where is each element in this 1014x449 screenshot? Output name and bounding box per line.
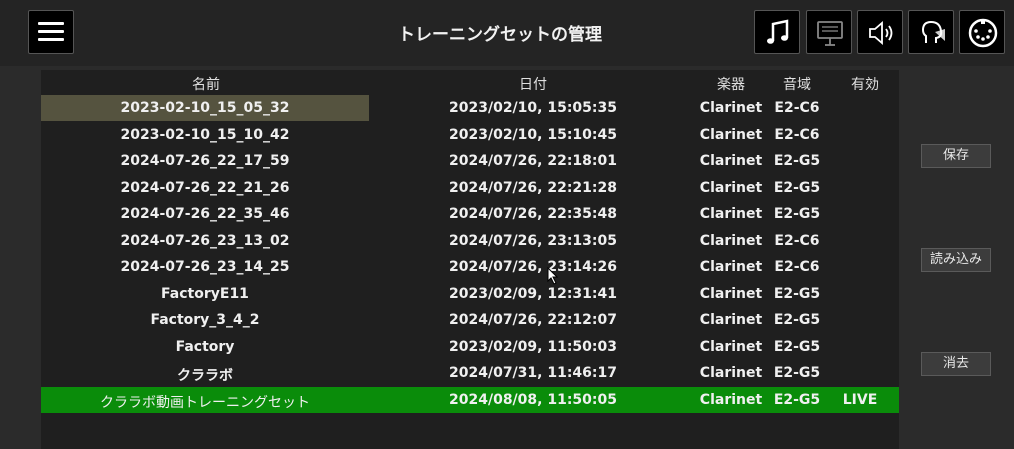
cell-name: クララボ動画トレーニングセット: [100, 394, 310, 411]
cell-name: 2024-07-26_23_13_02: [120, 232, 290, 249]
cell-instrument: Clarinet: [699, 312, 763, 328]
music-note-icon: [767, 19, 789, 44]
cell-instrument: Clarinet: [699, 153, 763, 169]
column-header-name: 名前: [192, 77, 220, 93]
cell-instrument: Clarinet: [699, 126, 763, 143]
cell-date: 2023/02/09, 11:50:03: [449, 338, 617, 355]
cell-range: E2-G5: [773, 179, 821, 196]
cell-instrument: Clarinet: [699, 365, 763, 381]
column-header-instrument: 楽器: [717, 77, 745, 93]
cell-name: 2023-02-10_15_10_42: [120, 126, 290, 143]
menu-line: [38, 22, 64, 25]
mouse-cursor-icon: [547, 267, 559, 285]
cell-date: 2023/02/09, 12:31:41: [449, 285, 617, 302]
cell-name: 2024-07-26_22_17_59: [120, 153, 290, 169]
table-row[interactable]: 2024-07-26_23_13_02 2024/07/26, 23:13:05 C…: [41, 228, 899, 254]
cell-range: E2-G5: [773, 338, 821, 355]
table-row[interactable]: Factory_3_4_2 2024/07/26, 22:12:07 Clarine…: [41, 307, 899, 333]
cell-instrument: Clarinet: [699, 285, 763, 302]
top-bar: トレーニングセットの管理: [0, 0, 1014, 66]
cell-name: Factory: [175, 338, 235, 355]
midi-button[interactable]: [959, 10, 1005, 54]
cell-name: 2024-07-26_22_21_26: [120, 179, 290, 196]
cell-date: 2023/02/10, 15:05:35: [449, 100, 617, 116]
table-header: 名前 日付 楽器 音域 有効: [41, 70, 899, 94]
music-stand-button[interactable]: [806, 10, 852, 54]
speaker-icon: [869, 21, 893, 45]
column-header-active: 有効: [851, 77, 879, 93]
cell-instrument: Clarinet: [699, 338, 763, 355]
cell-date: 2023/02/10, 15:10:45: [449, 126, 617, 143]
page-title: トレーニングセットの管理: [398, 25, 602, 45]
cell-name: FactoryE11: [161, 285, 249, 302]
hamburger-menu-button[interactable]: [28, 10, 74, 54]
table-row[interactable]: 2023-02-10_15_05_32 2023/02/10, 15:05:35 C…: [41, 95, 899, 121]
table-row[interactable]: 2024-07-26_22_35_46 2024/07/26, 22:35:48 C…: [41, 201, 899, 227]
cell-name: 2024-07-26_23_14_25: [120, 259, 290, 275]
cell-range: E2-C6: [774, 100, 820, 116]
cell-instrument: Clarinet: [699, 100, 763, 116]
table-row[interactable]: FactoryE11 2023/02/09, 12:31:41 Clarinet E2…: [41, 281, 899, 307]
table-row[interactable]: クララボ動画トレーニングセット 2024/08/08, 11:50:05 Clari…: [41, 386, 899, 413]
table-row[interactable]: 2024-07-26_22_17_59 2024/07/26, 22:18:01 C…: [41, 148, 899, 174]
cell-date: 2024/07/31, 11:46:17: [449, 365, 617, 381]
menu-line: [38, 38, 64, 41]
cell-date: 2024/07/26, 22:18:01: [449, 153, 617, 169]
column-header-date: 日付: [519, 77, 547, 93]
cell-name: 2023-02-10_15_05_32: [120, 100, 290, 116]
cell-date: 2024/08/08, 11:50:05: [449, 391, 617, 408]
music-note-button[interactable]: [754, 10, 800, 54]
table-row[interactable]: 2023-02-10_15_10_42 2023/02/10, 15:10:45 C…: [41, 122, 899, 148]
training-set-table: 名前 日付 楽器 音域 有効 2023-02-10_15_05_32 2023/0…: [41, 70, 899, 449]
cell-range: E2-G5: [773, 206, 821, 222]
cell-instrument: Clarinet: [699, 391, 763, 408]
speaker-button[interactable]: [857, 10, 903, 54]
cell-range: E2-C6: [774, 232, 820, 249]
cell-name: Factory_3_4_2: [150, 312, 260, 328]
music-stand-icon: [817, 21, 843, 46]
save-button[interactable]: 保存: [921, 144, 991, 168]
cell-name: 2024-07-26_22_35_46: [120, 206, 290, 222]
cell-date: 2024/07/26, 22:35:48: [449, 206, 617, 222]
cell-date: 2024/07/26, 22:21:28: [449, 179, 617, 196]
cell-instrument: Clarinet: [699, 206, 763, 222]
head-voice-icon: [921, 20, 945, 43]
cell-date: 2024/07/26, 23:13:05: [449, 232, 617, 249]
cell-range: E2-C6: [774, 126, 820, 143]
load-button[interactable]: 読み込み: [921, 248, 991, 272]
cell-active: LIVE: [842, 391, 878, 408]
menu-line: [38, 30, 64, 33]
cell-range: E2-G5: [773, 312, 821, 328]
cell-range: E2-G5: [773, 391, 821, 408]
cell-date: 2024/07/26, 22:12:07: [449, 312, 617, 328]
voice-input-button[interactable]: [908, 10, 954, 54]
table-row[interactable]: Factory 2023/02/09, 11:50:03 Clarinet E2-G5: [41, 334, 899, 360]
cell-instrument: Clarinet: [699, 259, 763, 275]
cell-range: E2-G5: [773, 153, 821, 169]
midi-connector-icon: [968, 18, 998, 48]
cell-range: E2-G5: [773, 285, 821, 302]
cell-range: E2-G5: [773, 365, 821, 381]
cell-name: クララボ: [177, 368, 233, 384]
table-row[interactable]: クララボ 2024/07/31, 11:46:17 Clarinet E2-G5: [41, 360, 899, 386]
cell-instrument: Clarinet: [699, 179, 763, 196]
delete-button[interactable]: 消去: [921, 352, 991, 376]
table-row[interactable]: 2024-07-26_23_14_25 2024/07/26, 23:14:26 C…: [41, 254, 899, 280]
cell-instrument: Clarinet: [699, 232, 763, 249]
table-row[interactable]: 2024-07-26_22_21_26 2024/07/26, 22:21:28 C…: [41, 175, 899, 201]
cell-date: 2024/07/26, 23:14:26: [449, 259, 617, 275]
column-header-range: 音域: [783, 77, 811, 93]
cell-range: E2-C6: [774, 259, 820, 275]
